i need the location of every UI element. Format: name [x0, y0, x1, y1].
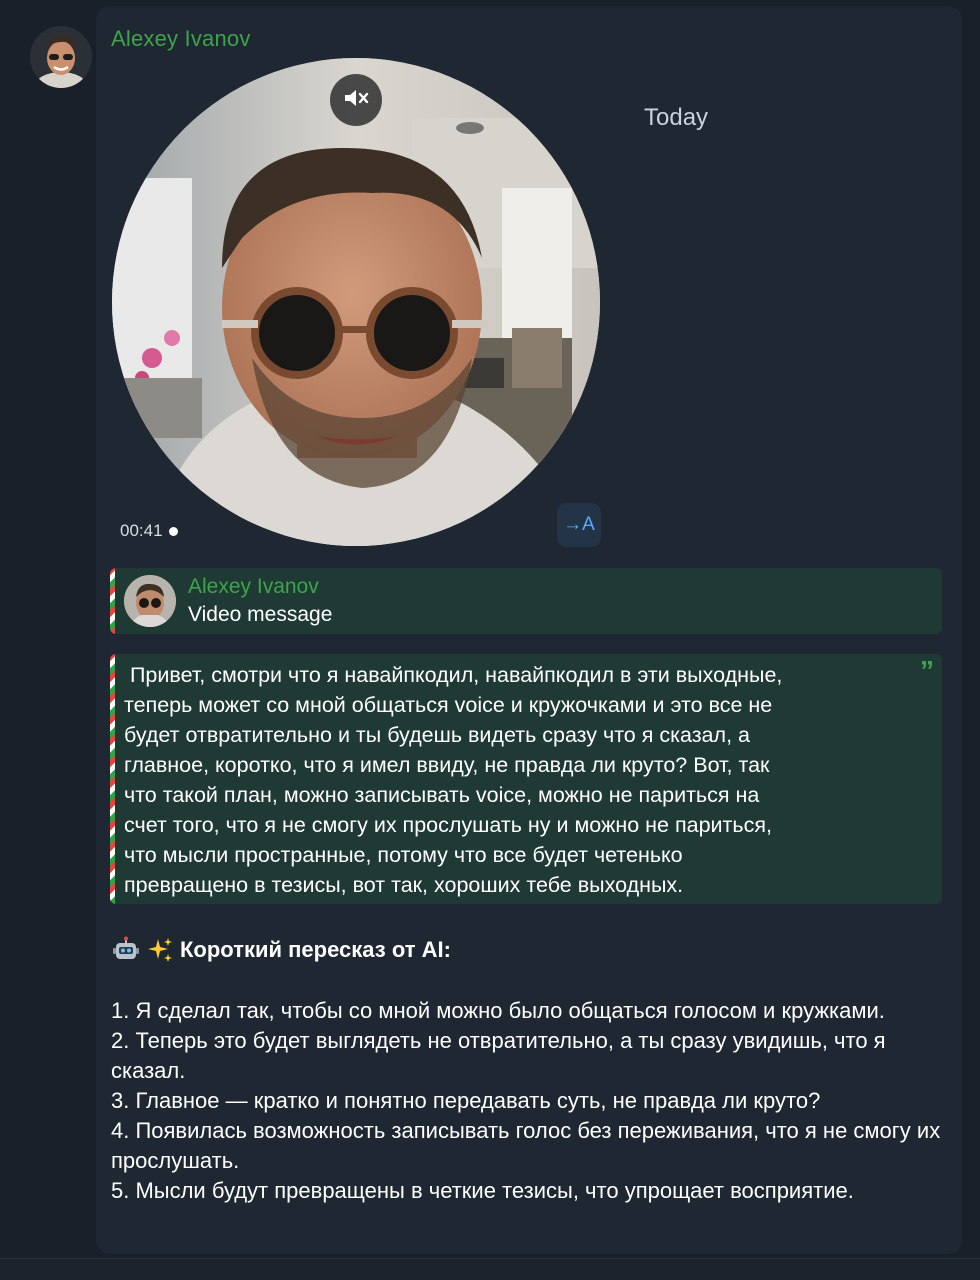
- summary-item: 3. Главное — кратко и понятно передавать…: [111, 1088, 821, 1113]
- translate-button[interactable]: →A: [557, 503, 601, 547]
- transcript-line: превращено в тезисы, вот так, хороших те…: [124, 873, 684, 897]
- transcript-line: Привет, смотри что я навайпкодил, навайп…: [124, 663, 783, 687]
- date-badge: Today: [644, 104, 709, 131]
- summary-list: 1. Я сделал так, чтобы со мной можно был…: [111, 996, 951, 1206]
- composer-edge: [0, 1258, 980, 1280]
- quote-icon: ”: [920, 655, 934, 686]
- transcript-line: главное, коротко, что я имел ввиду, не п…: [124, 753, 770, 777]
- summary-heading: Короткий пересказ от AI:: [112, 936, 451, 964]
- summary-item: 4. Появилась возможность записывать голо…: [111, 1118, 941, 1173]
- summary-item: 1. Я сделал так, чтобы со мной можно был…: [111, 998, 885, 1023]
- speaker-mute-icon: [343, 87, 369, 114]
- transcript-line: будет отвратительно и ты будешь видеть с…: [124, 723, 750, 747]
- video-duration: 00:41: [120, 521, 178, 541]
- quote-stripe: [110, 654, 115, 904]
- transcript-line: что мысли пространные, потому что все бу…: [124, 843, 683, 867]
- transcript-text: Привет, смотри что я навайпкодил, навайп…: [124, 660, 914, 900]
- summary-title: Короткий пересказ от AI:: [180, 937, 451, 962]
- quote-stripe: [110, 568, 115, 634]
- reply-preview[interactable]: Alexey Ivanov Video message: [110, 568, 942, 634]
- transcript-line: теперь может со мной общаться voice и кр…: [124, 693, 773, 717]
- chat-view: Alexey Ivanov Today 00:41 →A Alexey Ivan…: [0, 0, 980, 1280]
- reply-thumbnail: [124, 575, 176, 627]
- transcript-line: что такой план, можно записывать voice, …: [124, 783, 760, 807]
- robot-icon: [112, 936, 140, 964]
- summary-item: 2. Теперь это будет выглядеть не отврати…: [111, 1028, 886, 1083]
- sender-avatar[interactable]: [30, 26, 92, 88]
- summary-list-viewport: 1. Я сделал так, чтобы со мной можно был…: [100, 990, 960, 1258]
- sender-name[interactable]: Alexey Ivanov: [111, 26, 251, 52]
- reply-sender-name: Alexey Ivanov: [188, 575, 319, 598]
- translate-icon: →A: [563, 514, 595, 535]
- unread-dot: [168, 526, 178, 536]
- summary-item: 5. Мысли будут превращены в четкие тезис…: [111, 1178, 854, 1203]
- sparkles-icon: [146, 936, 174, 964]
- reply-label: Video message: [188, 603, 333, 626]
- mute-toggle-button[interactable]: [330, 74, 382, 126]
- transcript-quote: Привет, смотри что я навайпкодил, навайп…: [110, 654, 942, 904]
- transcript-line: счет того, что я не смогу их прослушать …: [124, 813, 772, 837]
- duration-text: 00:41: [120, 521, 163, 540]
- round-video-message[interactable]: [112, 58, 600, 546]
